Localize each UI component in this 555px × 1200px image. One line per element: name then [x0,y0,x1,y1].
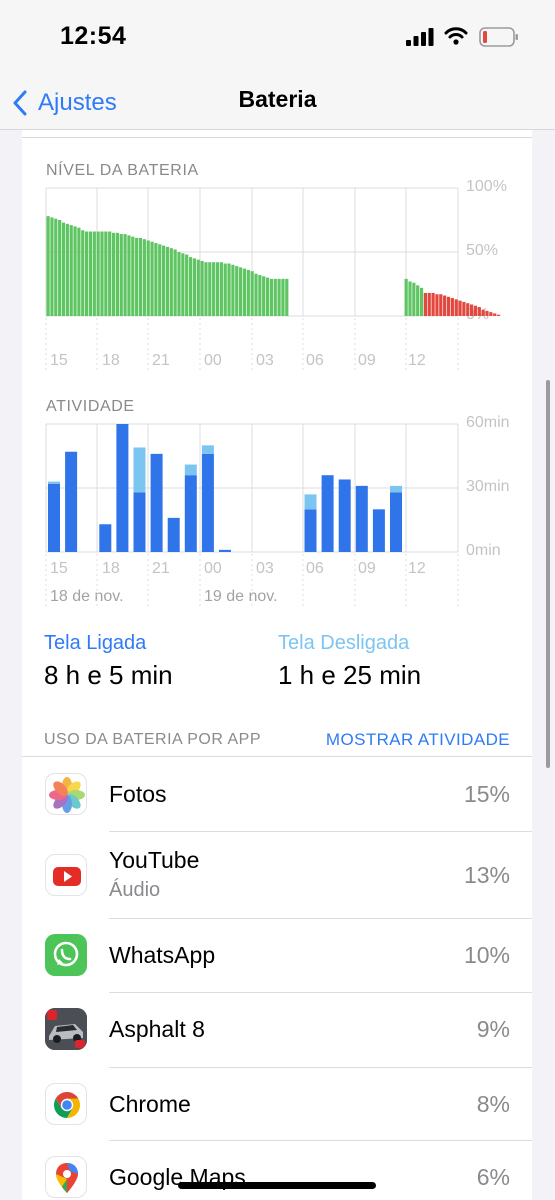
activity-bar-screen-on [99,524,112,552]
activity-bar-screen-on [321,475,334,552]
app-row-youtube[interactable]: YouTube Áudio 13% [22,832,532,918]
activity-bar-screen-on [150,453,163,552]
whatsapp-icon [45,934,87,976]
youtube-icon [45,854,87,896]
show-activity-button[interactable]: MOSTRAR ATIVIDADE [326,730,510,750]
app-name: Chrome [109,1091,191,1117]
activity-bar-screen-on [372,509,385,552]
app-percentage: 8% [476,1091,510,1117]
activity-bar-screen-on [390,492,402,552]
asphalt-icon [45,1008,87,1050]
page-title: Bateria [238,86,317,112]
status-time: 12:54 [60,22,127,50]
activity-bar-screen-on [355,485,368,552]
activity-bar-screen-on [338,479,351,552]
activity-bar-screen-off [48,481,60,484]
app-percentage: 15% [463,781,510,807]
cellular-signal-icon [406,28,434,46]
app-name: Fotos [109,781,167,807]
app-percentage: 13% [463,862,510,888]
activity-bar-screen-on [48,483,60,552]
activity-bar-screen-off [304,494,317,510]
screen-off-value: 1 h e 25 min [278,660,422,690]
activity-bar-screen-on [133,492,146,552]
activity-bar-screen-on [65,451,78,552]
app-name: WhatsApp [109,942,216,968]
activity-bar-screen-on [201,453,214,552]
activity-bar-screen-off [133,447,146,493]
status-bar: 12:54 [0,0,555,75]
maps-icon [45,1156,87,1198]
activity-bar-screen-on [184,475,197,552]
screen-on-value: 8 h e 5 min [44,660,173,690]
activity-bar-screen-on [304,509,317,552]
activity-chart [45,423,459,606]
activity-bar-screen-on [116,424,129,552]
screen-on-label: Tela Ligada [44,632,147,654]
app-percentage: 6% [476,1164,510,1190]
nav-bar: Ajustes Bateria [0,75,555,130]
screen-off-label: Tela Desligada [278,632,410,654]
battery-low-icon [479,27,518,47]
app-row-fotos[interactable]: Fotos 15% [22,757,532,831]
activity-bar-screen-on [167,517,180,552]
app-row-chrome[interactable]: Chrome 8% [22,1068,532,1140]
photos-icon [45,773,87,815]
scrollbar[interactable] [546,380,550,768]
activity-bar-screen-off [184,464,197,476]
chrome-icon [45,1083,87,1125]
activity-bar-screen-off [201,445,214,454]
app-row-whatsapp[interactable]: WhatsApp 10% [22,919,532,992]
app-subtitle: Áudio [109,879,161,901]
app-name: Asphalt 8 [109,1016,205,1042]
app-percentage: 9% [476,1016,510,1042]
battery-card: NÍVEL DA BATERIA 100% 50% 0% 15 18 21 00… [22,130,532,1200]
app-name: YouTube [109,847,200,873]
activity-bar-screen-off [390,485,402,493]
wifi-icon [444,27,468,45]
activity-bar-screen-on [219,549,231,552]
app-percentage: 10% [463,942,510,968]
app-row-asphalt-8[interactable]: Asphalt 8 9% [22,993,532,1067]
app-row-google-maps[interactable]: Google Maps 6% [22,1141,532,1200]
usage-section-header: USO DA BATERIA POR APP [44,731,261,748]
home-indicator[interactable] [178,1182,376,1189]
